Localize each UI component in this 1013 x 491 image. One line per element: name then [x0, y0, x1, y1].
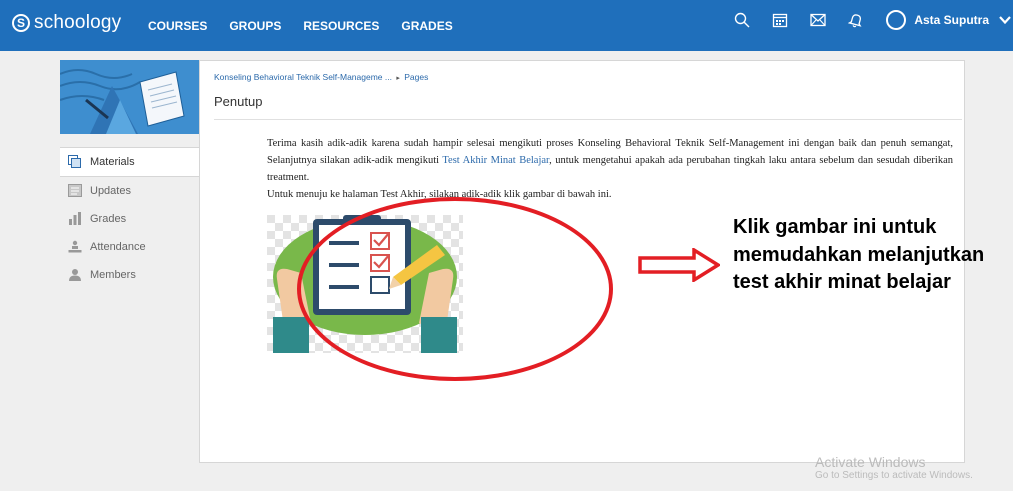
avatar[interactable]: [886, 10, 907, 30]
breadcrumb-course-link[interactable]: Konseling Behavioral Teknik Self-Managem…: [214, 72, 392, 82]
grades-icon: [68, 212, 84, 226]
sidebar-item-label: Attendance: [90, 241, 146, 253]
mail-icon[interactable]: [808, 10, 828, 30]
annotation-text: Klik gambar ini untuk memudahkan melanju…: [733, 214, 984, 297]
attendance-icon: [68, 240, 84, 254]
calendar-icon[interactable]: [770, 10, 790, 30]
sidebar-item-label: Grades: [90, 213, 127, 225]
paragraph-1: Terima kasih adik-adik karena sudah hamp…: [267, 135, 953, 186]
annotation-line-3: test akhir minat belajar: [733, 271, 951, 293]
top-navigation-bar: S schoology COURSES GROUPS RESOURCES GRA…: [0, 0, 1013, 51]
sidebar-item-updates[interactable]: Updates: [60, 177, 199, 205]
members-icon: [68, 268, 84, 282]
breadcrumb-separator: ▸: [396, 75, 400, 82]
logo-text: schoology: [34, 12, 122, 33]
chevron-down-icon[interactable]: [999, 11, 1011, 29]
annotation-line-2: memudahkan melanjutkan: [733, 243, 985, 266]
course-sidebar: Materials Updates Grades Attendance Memb…: [60, 60, 199, 289]
sidebar-item-grades[interactable]: Grades: [60, 205, 199, 233]
schoology-logo[interactable]: S schoology: [12, 12, 121, 34]
title-divider: [214, 119, 962, 120]
watermark-subtitle: Go to Settings to activate Windows.: [815, 470, 973, 481]
nav-groups[interactable]: GROUPS: [229, 19, 281, 33]
sidebar-item-members[interactable]: Members: [60, 261, 199, 289]
main-nav: COURSES GROUPS RESOURCES GRADES: [148, 19, 475, 33]
watermark-title: Activate Windows: [815, 454, 926, 470]
highlight-circle: [297, 197, 613, 381]
bell-icon[interactable]: [846, 10, 866, 30]
sidebar-item-label: Members: [90, 269, 136, 281]
user-menu[interactable]: Asta Suputra: [886, 10, 1013, 30]
breadcrumb-pages-link[interactable]: Pages: [404, 72, 428, 82]
sidebar-item-label: Materials: [90, 156, 135, 168]
sidebar-item-materials[interactable]: Materials: [60, 147, 199, 177]
course-cover-image: [60, 60, 199, 134]
breadcrumb: Konseling Behavioral Teknik Self-Managem…: [214, 72, 428, 82]
nav-grades[interactable]: GRADES: [401, 19, 452, 33]
page-title: Penutup: [214, 94, 263, 109]
sidebar-item-attendance[interactable]: Attendance: [60, 233, 199, 261]
updates-icon: [68, 184, 84, 198]
test-akhir-link[interactable]: Test Akhir Minat Belajar: [442, 155, 549, 166]
sidebar-item-label: Updates: [90, 185, 131, 197]
nav-courses[interactable]: COURSES: [148, 19, 207, 33]
page-body: Terima kasih adik-adik karena sudah hamp…: [267, 135, 953, 203]
logo-icon: S: [12, 14, 30, 32]
user-name[interactable]: Asta Suputra: [914, 13, 989, 27]
course-menu: Materials Updates Grades Attendance Memb…: [60, 147, 199, 289]
paragraph-2: Untuk menuju ke halaman Test Akhir, sila…: [267, 189, 612, 200]
pointer-arrow-icon: [638, 246, 722, 287]
nav-resources[interactable]: RESOURCES: [303, 19, 379, 33]
topbar-icons: Asta Suputra: [732, 10, 1013, 30]
activate-windows-watermark: Activate Windows Go to Settings to activ…: [815, 454, 973, 481]
search-icon[interactable]: [732, 10, 752, 30]
annotation-line-1: Klik gambar ini untuk: [733, 216, 937, 238]
materials-icon: [68, 155, 84, 169]
